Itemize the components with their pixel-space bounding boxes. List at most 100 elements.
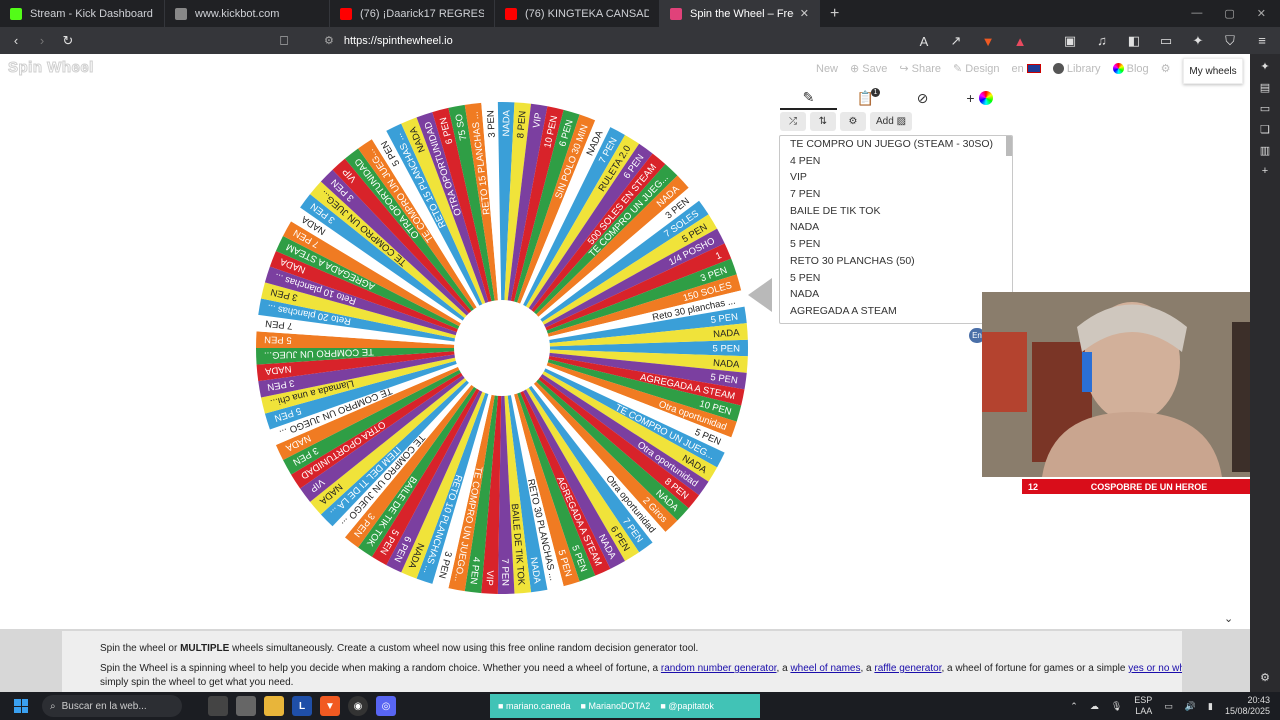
nav-design[interactable]: ✎ Design — [953, 62, 1000, 75]
add-image-button[interactable]: Add ▨ — [870, 112, 913, 131]
nav-blog[interactable]: Blog — [1112, 63, 1149, 75]
kick-overlay-bar: ■ mariano.caneda ■ MarianoDOTA2 ■ @papit… — [490, 694, 760, 718]
browser-tab-2[interactable]: (76) ¡Daarick17 REGRESÓ! 🔍 🔍 Sac — [330, 0, 495, 27]
site-info-icon[interactable]: ⚙ — [324, 34, 334, 47]
entry-line[interactable]: TE COMPRO UN JUEGO (STEAM - 30SO) — [780, 136, 1012, 153]
windows-start-icon[interactable] — [14, 699, 28, 713]
panel-icon[interactable]: ◧ — [1124, 31, 1144, 51]
plus-icon: + — [966, 90, 975, 106]
link-yes-or-no-wheel[interactable]: yes or no wheel — [1128, 663, 1182, 674]
settings-button[interactable]: ⚙ — [840, 112, 866, 131]
entry-line[interactable]: BAILE DE TIK TOK — [780, 203, 1012, 220]
link-raffle-generator[interactable]: raffle generator — [874, 663, 941, 674]
back-icon[interactable]: ‹ — [6, 31, 26, 51]
app-icon[interactable] — [236, 696, 256, 716]
onedrive-icon[interactable]: ☁ — [1090, 701, 1099, 712]
site-logo[interactable]: Spin Wheel — [8, 59, 94, 77]
sidebar-icon[interactable]: ▣ — [1060, 31, 1080, 51]
tab-hidden[interactable]: ⊘ — [894, 86, 951, 110]
clock[interactable]: 20:43 15/08/2025 — [1225, 695, 1270, 717]
tab-add-wheel[interactable]: + — [951, 86, 1008, 110]
reading-list-icon[interactable]: ▥ — [1260, 144, 1270, 157]
bookmarks-sidebar-icon[interactable]: ❏ — [1260, 123, 1270, 136]
entry-line[interactable]: RETO 30 PLANCHAS (50) — [780, 253, 1012, 270]
file-explorer-icon[interactable] — [264, 696, 284, 716]
browser-tab-0[interactable]: Stream - Kick Dashboard — [0, 0, 165, 27]
scroll-down-icon[interactable]: ⌄ — [1224, 612, 1233, 625]
entries-textarea[interactable]: TE COMPRO UN JUEGO (STEAM - 30SO) 4 PEN VI… — [779, 135, 1013, 324]
brave-shield-icon[interactable]: ▼ — [978, 31, 998, 51]
task-view-icon[interactable] — [208, 696, 228, 716]
minimize-icon[interactable]: — — [1191, 7, 1202, 20]
entry-line[interactable]: NADA — [780, 219, 1012, 236]
browser-tab-4[interactable]: Spin the Wheel – Free and easy✕ — [660, 0, 820, 27]
entry-line[interactable]: 5 PEN — [780, 236, 1012, 253]
entry-line[interactable]: 5 PEN — [780, 270, 1012, 287]
shuffle-button[interactable]: ⤮ — [780, 112, 806, 131]
entries-scrollbar[interactable] — [1006, 136, 1012, 156]
tray-chevron-icon[interactable]: ⌃ — [1070, 701, 1078, 712]
volume-icon[interactable]: 🔊 — [1185, 701, 1196, 712]
notes-icon[interactable]: ▤ — [1260, 81, 1270, 94]
tab-edit[interactable]: ✎ — [780, 86, 837, 110]
browser-toolbar: ‹ › ↻ ⎕ ⚙ https://spinthewheel.io A ↗ ▼ … — [0, 27, 1280, 54]
eye-off-icon: ⊘ — [916, 89, 929, 106]
obs-icon[interactable]: ◉ — [348, 696, 368, 716]
rewards-icon[interactable]: ▲ — [1010, 31, 1030, 51]
wallet-sidebar-icon[interactable]: ▭ — [1260, 102, 1270, 115]
nav-library[interactable]: Library — [1052, 63, 1101, 75]
entry-line[interactable]: NADA — [780, 286, 1012, 303]
wallet-icon[interactable]: ▭ — [1156, 31, 1176, 51]
l-app-icon[interactable]: L — [292, 696, 312, 716]
nav-new[interactable]: New — [816, 63, 838, 75]
new-tab-button[interactable]: + — [820, 5, 849, 23]
tab-results[interactable]: 📋 1 — [837, 86, 894, 110]
lang-indicator[interactable]: ESP LAA — [1134, 695, 1152, 717]
vpn-icon[interactable]: ⛉ — [1220, 31, 1240, 51]
address-bar[interactable]: ⚙ https://spinthewheel.io — [324, 34, 453, 48]
url-text[interactable]: https://spinthewheel.io — [344, 35, 453, 47]
nav-share[interactable]: ↪ Share — [899, 62, 941, 75]
settings-icon[interactable]: ⚙ — [1161, 62, 1171, 75]
sidebar-settings-icon[interactable]: ⚙ — [1260, 671, 1270, 684]
maximize-icon[interactable]: ▢ — [1224, 7, 1234, 20]
taskbar-search[interactable]: ⌕ Buscar en la web... — [42, 695, 182, 717]
nav-language[interactable]: en — [1012, 63, 1041, 75]
entry-line[interactable]: VIP — [780, 169, 1012, 186]
cam-left-number: 12 — [1028, 481, 1039, 492]
battery-icon[interactable]: ▮ — [1208, 701, 1213, 712]
kick-item-2: ■ MarianoDOTA2 — [580, 701, 651, 711]
nav-save[interactable]: ⊕ Save — [850, 62, 887, 75]
mic-icon[interactable]: 🎙 — [1111, 701, 1122, 712]
menu-icon[interactable]: ≡ — [1252, 31, 1272, 51]
forward-icon[interactable]: › — [32, 31, 52, 51]
wheel-svg[interactable]: 5 PENNADA5 PENAGREGADA A STEAM10 PENOtra… — [256, 102, 748, 594]
kick-logo-icon: ■ — [498, 701, 504, 711]
leo-sidebar-icon[interactable]: ✦ — [1260, 60, 1269, 73]
search-icon: ⌕ — [50, 700, 56, 712]
leo-icon[interactable]: ✦ — [1188, 31, 1208, 51]
add-sidebar-icon[interactable]: + — [1262, 165, 1268, 177]
network-icon[interactable]: ▭ — [1164, 701, 1173, 712]
wheel-center-button[interactable] — [454, 300, 550, 396]
browser-tab-1[interactable]: www.kickbot.com — [165, 0, 330, 27]
discord-icon[interactable]: ◎ — [376, 696, 396, 716]
link-wheel-of-names[interactable]: wheel of names — [790, 663, 860, 674]
close-tab-icon[interactable]: ✕ — [794, 7, 809, 20]
browser-tab-3[interactable]: (76) KINGTEKA CANSADO DEL DESO — [495, 0, 660, 27]
my-wheels-button[interactable]: My wheels — [1183, 58, 1243, 84]
spin-wheel[interactable]: 5 PEN NADA 5 PEN AGREGADA A STEAM 10 PEN Otra… — [256, 102, 748, 594]
brave-icon[interactable]: ▼ — [320, 696, 340, 716]
sort-button[interactable]: ⇅ — [810, 112, 836, 131]
share-icon[interactable]: ↗ — [946, 31, 966, 51]
music-icon[interactable]: ♫ — [1092, 31, 1112, 51]
close-window-icon[interactable]: ✕ — [1257, 7, 1266, 20]
entry-line[interactable]: 7 PEN — [780, 186, 1012, 203]
entry-line[interactable]: AGREGADA A STEAM — [780, 303, 1012, 320]
bookmark-icon[interactable]: ⎕ — [274, 31, 294, 51]
link-random-number-generator[interactable]: random number generator — [661, 663, 777, 674]
translate-icon[interactable]: A — [914, 31, 934, 51]
reload-icon[interactable]: ↻ — [58, 31, 78, 51]
entry-line[interactable]: 4 PEN — [780, 153, 1012, 170]
browser-sidebar: ✦ ▤ ▭ ❏ ▥ + ⚙ — [1250, 54, 1280, 692]
